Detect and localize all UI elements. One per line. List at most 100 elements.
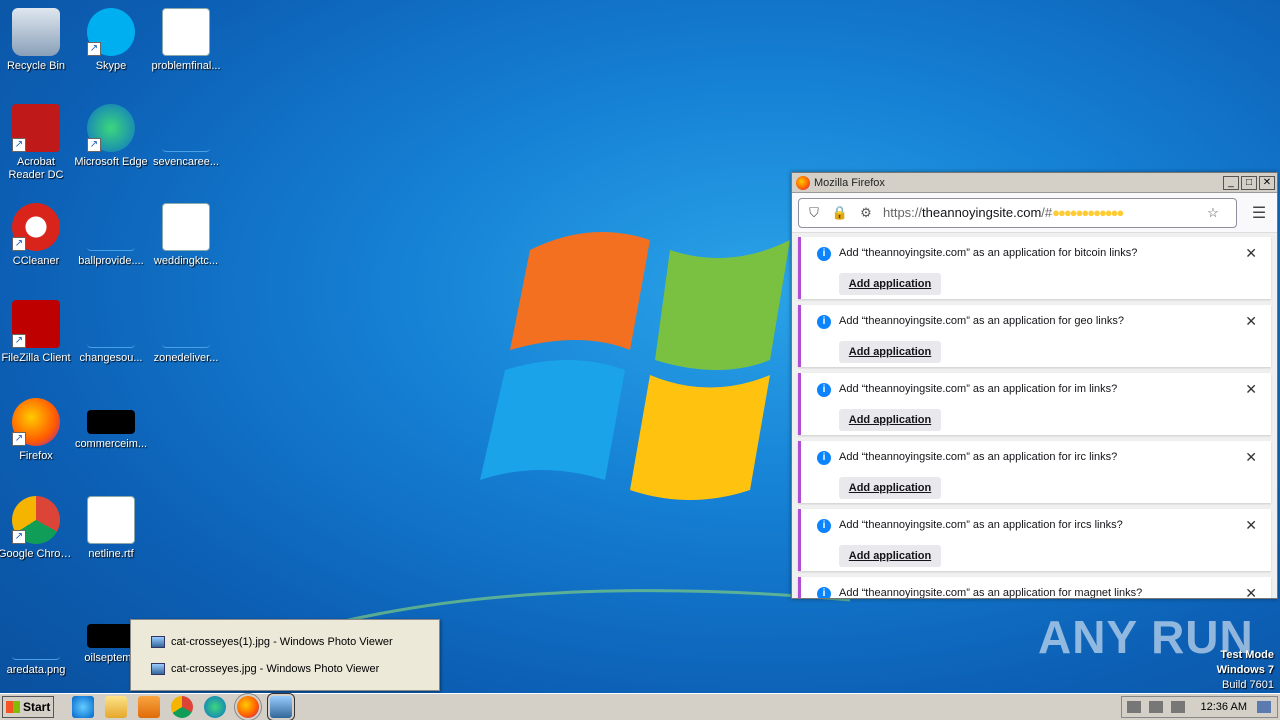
add-application-button[interactable]: Add application xyxy=(839,545,941,567)
url-text[interactable]: https://theannoyingsite.com/#●●●●●●●●●●●… xyxy=(883,205,1204,220)
volume-icon[interactable] xyxy=(1126,701,1141,713)
firefox-icon: ↗ xyxy=(12,398,60,446)
chrome-icon[interactable] xyxy=(171,696,193,718)
word-doc-icon xyxy=(162,8,210,56)
desktop-icon[interactable]: ballprovide.... xyxy=(73,203,149,268)
edge-icon[interactable] xyxy=(204,696,226,718)
internet-explorer-icon[interactable] xyxy=(72,696,94,718)
desktop-icon-label: Firefox xyxy=(19,450,53,462)
desktop-icon-label: weddingktc... xyxy=(153,255,219,267)
firefox-titlebar[interactable]: Mozilla Firefox _ □ ✕ xyxy=(792,173,1277,193)
desktop-icon-label: CCleaner xyxy=(12,255,60,267)
desktop-icon-label: ballprovide.... xyxy=(78,255,144,267)
desktop-icon-label: Google Chrome xyxy=(0,548,74,560)
desktop-icon[interactable]: ↗ Firefox xyxy=(0,398,74,463)
test-mode-notice: Test Mode Windows 7 Build 7601 xyxy=(1217,648,1274,693)
firefox-window[interactable]: Mozilla Firefox _ □ ✕ ⛉ 🔒 ⚙ https://thea… xyxy=(791,172,1278,599)
desktop-icon[interactable]: aredata.png xyxy=(0,612,74,677)
close-icon[interactable]: ✕ xyxy=(1245,245,1257,262)
shield-icon[interactable]: ⛉ xyxy=(805,204,823,222)
photo-viewer-icon[interactable] xyxy=(267,693,295,720)
info-icon: i xyxy=(817,519,831,533)
desktop-icon[interactable]: netline.rtf xyxy=(73,496,149,561)
notification-list: i Add “theannoyingsite.com” as an applica… xyxy=(792,235,1277,598)
desktop-icon[interactable]: weddingktc... xyxy=(148,203,224,268)
desktop-icon[interactable]: sevencaree... xyxy=(148,104,224,169)
info-icon: i xyxy=(817,383,831,397)
close-icon[interactable]: ✕ xyxy=(1245,517,1257,534)
desktop-icon[interactable]: ↗ Skype xyxy=(73,8,149,73)
black-image-icon xyxy=(87,624,135,648)
acrobat-icon: ↗ xyxy=(12,104,60,152)
firefox-icon xyxy=(796,175,810,190)
close-icon[interactable]: ✕ xyxy=(1245,449,1257,466)
shortcut-arrow-icon: ↗ xyxy=(12,334,26,348)
clock[interactable]: 12:36 AM xyxy=(1201,701,1247,713)
notification-message: Add “theannoyingsite.com” as an applicat… xyxy=(839,519,1123,531)
shortcut-arrow-icon: ↗ xyxy=(12,530,26,544)
window-title: Mozilla Firefox xyxy=(814,176,885,189)
shortcut-arrow-icon: ↗ xyxy=(87,138,101,152)
desktop-icon[interactable]: ↗ CCleaner xyxy=(0,203,74,268)
desktop-icon-label: changesou... xyxy=(79,352,143,364)
desktop-icon[interactable]: changesou... xyxy=(73,300,149,365)
network-icon[interactable] xyxy=(1148,701,1163,713)
close-icon[interactable]: ✕ xyxy=(1245,381,1257,398)
desktop-icon[interactable]: commerceim... xyxy=(73,398,149,451)
desktop-icon[interactable]: ↗ Acrobat Reader DC xyxy=(0,104,74,182)
close-icon[interactable]: ✕ xyxy=(1245,585,1257,598)
desktop-icon[interactable]: problemfinal... xyxy=(148,8,224,73)
url-bar[interactable]: ⛉ 🔒 ⚙ https://theannoyingsite.com/#●●●●●… xyxy=(798,197,1237,228)
add-application-button[interactable]: Add application xyxy=(839,273,941,295)
desktop-icon[interactable]: zonedeliver... xyxy=(148,300,224,365)
test-mode-line2: Windows 7 xyxy=(1216,664,1274,676)
taskbar: Start 12:36 AM xyxy=(0,693,1280,720)
desktop-icon-label: sevencaree... xyxy=(152,156,220,168)
desktop-icon[interactable]: ↗ Microsoft Edge xyxy=(73,104,149,169)
black-image-icon xyxy=(87,410,135,434)
shortcut-arrow-icon: ↗ xyxy=(12,237,26,251)
add-application-button[interactable]: Add application xyxy=(839,341,941,363)
shortcut-arrow-icon: ↗ xyxy=(87,42,101,56)
close-icon[interactable]: ✕ xyxy=(1245,313,1257,330)
blank-file-icon xyxy=(87,203,135,251)
url-dots: ●●●●●●●●●●●● xyxy=(1052,205,1124,220)
notification-message: Add “theannoyingsite.com” as an applicat… xyxy=(839,587,1143,598)
desktop-icon-label: Recycle Bin xyxy=(6,60,66,72)
bookmark-star-icon[interactable]: ☆ xyxy=(1204,204,1222,222)
file-explorer-icon[interactable] xyxy=(105,696,127,718)
permissions-icon[interactable]: ⚙ xyxy=(857,204,875,222)
popup-item-photo-viewer-2[interactable]: cat-crosseyes.jpg - Windows Photo Viewer xyxy=(131,655,439,682)
add-application-button[interactable]: Add application xyxy=(839,477,941,499)
windows-logo-wallpaper xyxy=(480,232,790,500)
info-icon: i xyxy=(817,315,831,329)
photo-viewer-icon xyxy=(151,662,165,675)
info-icon: i xyxy=(817,247,831,261)
popup-item-photo-viewer-1[interactable]: cat-crosseyes(1).jpg - Windows Photo Vie… xyxy=(131,628,439,655)
desktop-icon-label: zonedeliver... xyxy=(153,352,219,364)
show-desktop-icon[interactable] xyxy=(1257,701,1271,713)
notification-bar: i Add “theannoyingsite.com” as an applica… xyxy=(798,441,1271,503)
desktop-icon[interactable]: ↗ Google Chrome xyxy=(0,496,74,561)
maximize-button[interactable]: □ xyxy=(1241,175,1257,190)
blank-file-icon xyxy=(12,612,60,660)
skype-icon: ↗ xyxy=(87,8,135,56)
desktop-icon-label: Acrobat Reader DC xyxy=(8,156,64,181)
add-application-button[interactable]: Add application xyxy=(839,409,941,431)
desktop-icon-label: problemfinal... xyxy=(151,60,221,72)
lock-icon[interactable]: 🔒 xyxy=(831,204,849,222)
media-player-icon[interactable] xyxy=(138,696,160,718)
firefox-icon[interactable] xyxy=(234,693,262,720)
minimize-button[interactable]: _ xyxy=(1223,175,1239,190)
url-suffix: /# xyxy=(1041,205,1053,220)
photo-viewer-icon xyxy=(151,635,165,648)
notification-bar: i Add “theannoyingsite.com” as an applica… xyxy=(798,237,1271,299)
action-center-flag-icon[interactable] xyxy=(1170,701,1185,713)
close-button[interactable]: ✕ xyxy=(1259,175,1275,190)
start-button[interactable]: Start xyxy=(2,696,54,718)
desktop-icon[interactable]: Recycle Bin xyxy=(0,8,74,73)
hamburger-menu-icon[interactable]: ☰ xyxy=(1247,203,1271,223)
notification-bar: i Add “theannoyingsite.com” as an applica… xyxy=(798,509,1271,571)
notification-message: Add “theannoyingsite.com” as an applicat… xyxy=(839,315,1124,327)
desktop-icon[interactable]: ↗ FileZilla Client xyxy=(0,300,74,365)
